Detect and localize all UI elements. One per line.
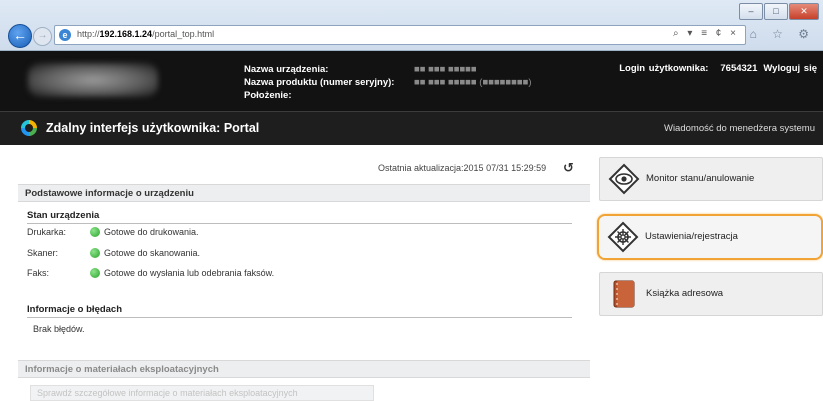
minimize-button[interactable]: –	[739, 3, 763, 20]
error-info-text: Brak błędów.	[33, 324, 85, 334]
refresh-icon[interactable]: ↺	[563, 160, 574, 176]
page-title: Zdalny interfejs użytkownika: Portal	[46, 121, 260, 135]
status-key: Skaner:	[27, 248, 59, 258]
consumables-header-text: Informacje o materiałach eksploatacyjnyc…	[25, 364, 219, 375]
browser-chrome: – □ ✕ ← → e http://192.168.1.24/portal_t…	[0, 0, 823, 51]
status-ok-icon	[90, 227, 100, 237]
eye-icon	[608, 163, 640, 195]
address-book-button[interactable]: Książka adresowa	[599, 272, 823, 316]
address-url[interactable]: http://192.168.1.24/portal_top.html	[77, 29, 214, 39]
maximize-button[interactable]: □	[764, 3, 788, 20]
status-text: Gotowe do skanowania.	[104, 248, 201, 258]
status-key: Faks:	[27, 268, 50, 278]
settings-icon	[607, 221, 639, 253]
address-bar[interactable]: e http://192.168.1.24/portal_top.html ⌕ …	[54, 25, 746, 45]
divider	[27, 317, 572, 318]
status-monitor-label: Monitor stanu/anulowanie	[646, 173, 755, 184]
divider	[27, 223, 572, 224]
forward-button[interactable]: →	[33, 27, 52, 46]
status-monitor-button[interactable]: Monitor stanu/anulowanie	[599, 157, 823, 201]
product-name-label: Nazwa produktu (numer seryjny):	[244, 77, 395, 88]
status-text: Gotowe do drukowania.	[104, 227, 199, 237]
address-book-icon	[613, 280, 635, 308]
remote-ui-icon	[21, 120, 37, 136]
status-ok-icon	[90, 248, 100, 258]
manager-message-link[interactable]: Wiadomość do menedżera systemu	[664, 123, 815, 134]
device-name-label: Nazwa urządzenia:	[244, 64, 329, 75]
title-bar: Zdalny interfejs użytkownika: Portal Wia…	[0, 111, 823, 145]
status-ok-icon	[90, 268, 100, 278]
url-host: 192.168.1.24	[99, 29, 153, 39]
url-prefix: http://	[77, 29, 100, 39]
last-update-text: Ostatnia aktualizacja:2015 07/31 15:29:5…	[378, 163, 547, 173]
login-info: Login użytkownika: 7654321 Wyloguj się	[619, 63, 817, 74]
close-window-button[interactable]: ✕	[789, 3, 819, 20]
consumables-details-button[interactable]: Sprawdź szczegółowe informacje o materia…	[30, 385, 374, 401]
location-label: Położenie:	[244, 90, 292, 101]
login-value: 7654321	[720, 63, 758, 74]
back-button[interactable]: ←	[8, 24, 32, 48]
product-name-value: ■■ ■■■ ■■■■■ (■■■■■■■■)	[414, 77, 532, 88]
error-info-title: Informacje o błędach	[27, 304, 123, 315]
status-text: Gotowe do wysłania lub odebrania faksów.	[104, 268, 275, 278]
device-name-value: ■■ ■■■ ■■■■■	[414, 64, 477, 75]
page-header: Nazwa urządzenia: ■■ ■■■ ■■■■■ Nazwa prod…	[0, 51, 823, 111]
url-path: /portal_top.html	[152, 29, 215, 39]
settings-registration-label: Ustawienia/rejestracja	[645, 231, 738, 242]
device-info: Nazwa urządzenia: ■■ ■■■ ■■■■■ Nazwa prod…	[244, 63, 532, 102]
address-tools[interactable]: ⌕ ▾ ≡ ¢ ×	[673, 28, 739, 39]
status-key: Drukarka:	[27, 227, 67, 237]
browser-toolbar-icons[interactable]: ⌂ ☆ ⚙	[750, 27, 815, 41]
browser-page-icon: e	[59, 29, 71, 41]
basic-info-header: Podstawowe informacje o urządzeniu	[18, 184, 590, 202]
consumables-header: Informacje o materiałach eksploatacyjnyc…	[18, 360, 590, 378]
device-status-title: Stan urządzenia	[27, 210, 100, 221]
window-controls: – □ ✕	[739, 3, 819, 20]
main-content: Ostatnia aktualizacja:2015 07/31 15:29:5…	[0, 145, 823, 401]
logo	[28, 63, 158, 97]
settings-registration-button[interactable]: Ustawienia/rejestracja	[597, 214, 823, 260]
logout-link[interactable]: Wyloguj się	[763, 63, 817, 74]
basic-info-header-text: Podstawowe informacje o urządzeniu	[25, 188, 194, 199]
address-book-label: Książka adresowa	[646, 288, 724, 299]
login-label: Login użytkownika:	[619, 63, 709, 74]
